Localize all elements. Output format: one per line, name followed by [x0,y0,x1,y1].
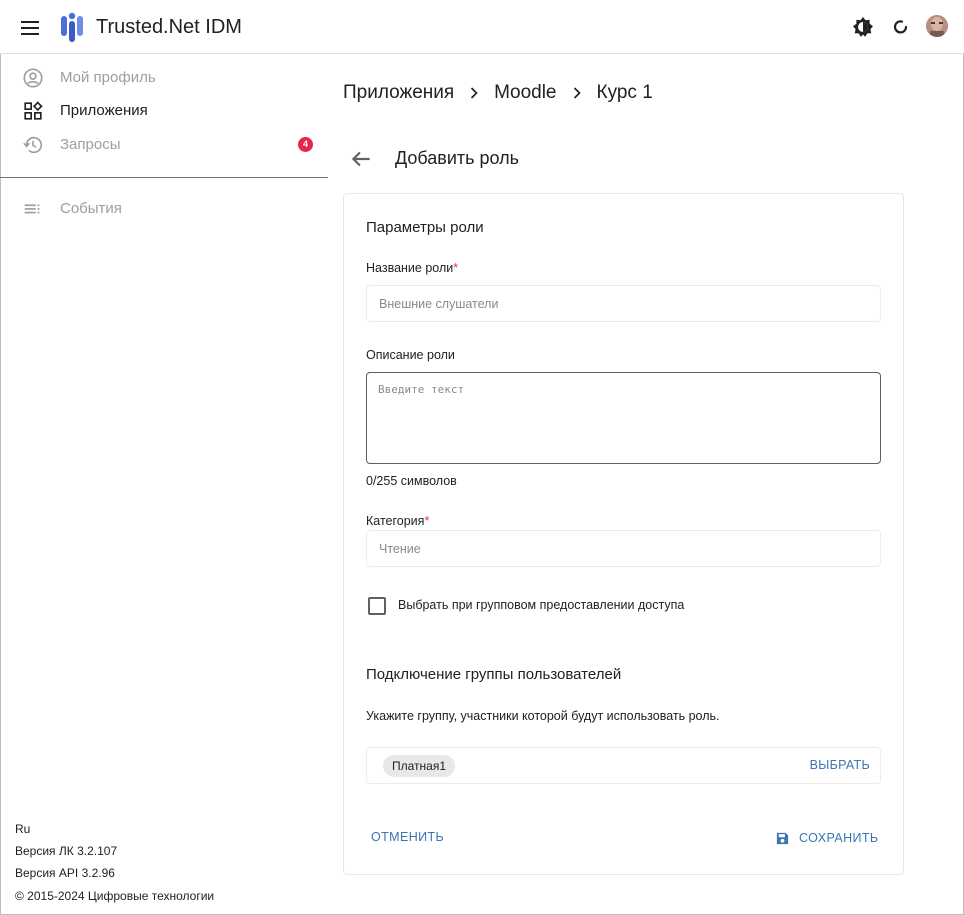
sidebar-item-label: События [60,200,122,217]
sidebar-item-label: Приложения [60,102,148,119]
menu-icon[interactable] [18,15,42,39]
sidebar-divider [0,177,328,178]
version-api: Версия API 3.2.96 [15,866,115,880]
sidebar-item-events[interactable]: События [0,192,328,226]
group-hint-text: Укажите группу, участники которой будут … [366,709,720,723]
sidebar-item-label: Мой профиль [60,69,156,86]
role-name-label: Название роли* [366,261,458,275]
chevron-right-icon [471,87,478,99]
group-access-checkbox-label[interactable]: Выбрать при групповом предоставлении дос… [398,598,684,612]
avatar[interactable] [926,15,948,37]
page-title: Добавить роль [395,148,520,168]
cancel-button[interactable]: ОТМЕНИТЬ [371,830,444,844]
sidebar-item-label: Запросы [60,136,121,153]
role-name-field[interactable] [366,285,881,322]
apps-icon [24,101,43,120]
brightness-icon[interactable] [851,15,875,39]
sidebar: Мой профиль Приложения Запросы 4 События… [0,54,328,915]
account-circle-icon [23,68,43,88]
required-mark: * [453,261,459,275]
app-header: Trusted.Net IDM [0,0,964,54]
breadcrumb: Приложения Moodle Курс 1 [343,81,653,105]
copyright: © 2015-2024 Цифровые технологии [15,889,215,903]
sidebar-item-profile[interactable]: Мой профиль [0,61,328,95]
arrow-back-icon[interactable] [348,146,374,172]
category-input[interactable] [367,531,880,566]
requests-count-badge: 4 [298,137,313,152]
breadcrumb-item-course: Курс 1 [596,82,653,103]
language-switch[interactable]: Ru [15,822,30,836]
section-title-user-group: Подключение группы пользователей [366,666,622,683]
category-label: Категория* [366,514,429,528]
character-counter: 0/255 символов [366,474,457,488]
sidebar-item-applications[interactable]: Приложения [0,94,328,128]
save-button-label: СОХРАНИТЬ [799,831,879,845]
refresh-icon[interactable] [889,15,913,39]
required-mark: * [424,514,430,528]
group-access-checkbox[interactable] [368,597,386,615]
role-name-input[interactable] [367,286,880,321]
role-description-field[interactable] [366,372,881,464]
list-icon [24,204,40,214]
role-description-textarea[interactable] [367,373,880,463]
section-title-role-params: Параметры роли [366,219,484,236]
save-button[interactable]: СОХРАНИТЬ [775,830,879,846]
user-group-field: Платная1 ВЫБРАТЬ [366,747,881,784]
chevron-right-icon [573,87,581,99]
app-title: Trusted.Net IDM [96,16,242,38]
logo-icon [61,12,83,42]
select-group-button[interactable]: ВЫБРАТЬ [810,758,870,772]
sidebar-item-requests[interactable]: Запросы 4 [0,128,328,162]
group-chip[interactable]: Платная1 [383,755,456,777]
history-icon [23,136,43,154]
breadcrumb-item-moodle[interactable]: Moodle [494,82,556,104]
breadcrumb-item-applications[interactable]: Приложения [343,82,454,104]
save-icon [776,832,789,844]
category-label-text: Категория [366,514,425,528]
category-field[interactable] [366,530,881,567]
role-name-label-text: Название роли [366,261,454,275]
version-lk: Версия ЛК 3.2.107 [15,844,118,858]
role-description-label: Описание роли [366,348,455,362]
